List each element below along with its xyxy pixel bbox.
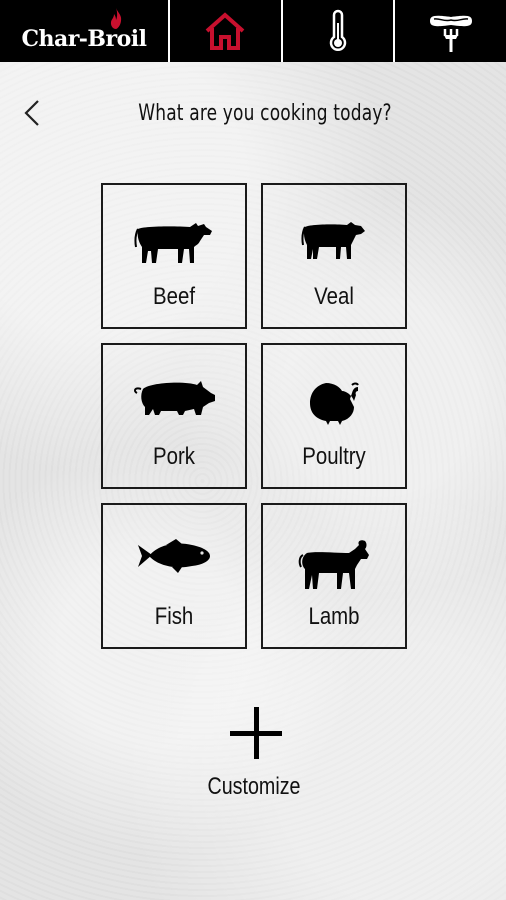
category-label: Lamb (308, 603, 360, 630)
home-icon (205, 12, 245, 50)
top-navigation-bar: Char-Broil (0, 0, 506, 62)
category-tile-veal[interactable]: Veal (261, 183, 407, 329)
category-tile-pork[interactable]: Pork (101, 343, 247, 489)
brand-logo[interactable]: Char-Broil (0, 0, 170, 62)
category-tile-beef[interactable]: Beef (101, 183, 247, 329)
category-tile-poultry[interactable]: Poultry (261, 343, 407, 489)
thermometer-icon (329, 9, 347, 51)
pig-icon (133, 381, 215, 415)
turkey-icon (310, 382, 359, 425)
cow-icon (134, 223, 212, 263)
calf-icon (301, 222, 365, 259)
page-title: What are you cooking today? (138, 101, 392, 126)
category-tile-fish[interactable]: Fish (101, 503, 247, 649)
category-grid: Beef Veal Pork Poultry Fish Lamb (101, 183, 407, 649)
nav-home-button[interactable] (170, 0, 283, 62)
customize-button[interactable]: Customize (203, 703, 305, 813)
fish-icon (138, 539, 210, 573)
category-label: Veal (314, 283, 354, 310)
goat-icon (298, 540, 369, 589)
plus-icon (230, 707, 282, 759)
category-label: Poultry (302, 443, 366, 470)
nav-recipes-button[interactable] (395, 0, 506, 62)
category-label: Pork (153, 443, 195, 470)
brand-name: Char-Broil (21, 26, 147, 52)
category-label: Beef (153, 283, 195, 310)
nav-temperature-button[interactable] (283, 0, 396, 62)
flame-icon (110, 8, 122, 29)
category-label: Fish (154, 603, 194, 630)
category-tile-lamb[interactable]: Lamb (261, 503, 407, 649)
customize-label: Customize (207, 773, 301, 800)
sausage-fork-icon (429, 15, 472, 52)
